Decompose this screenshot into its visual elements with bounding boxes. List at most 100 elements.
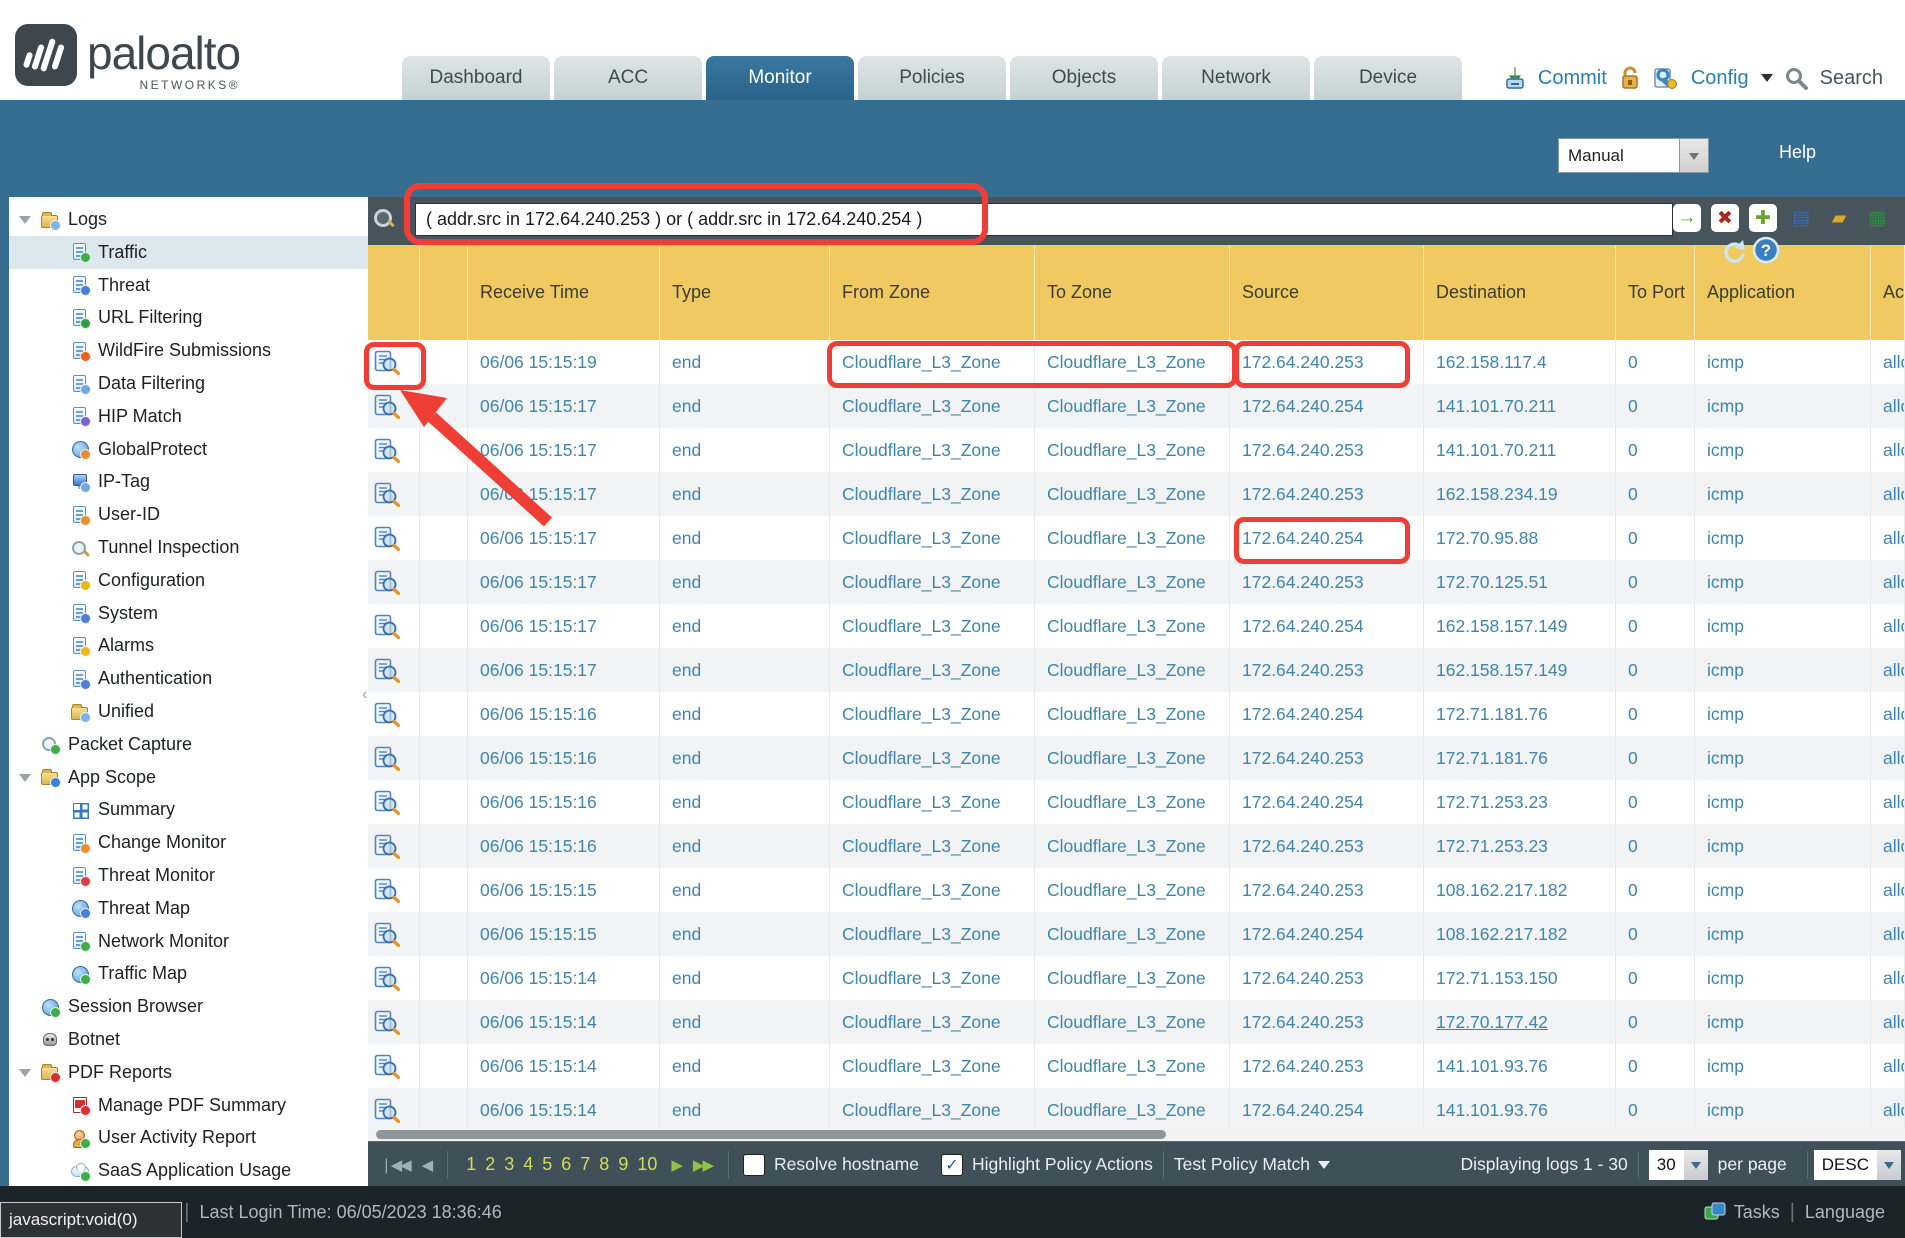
tab-dashboard[interactable]: Dashboard	[402, 56, 550, 100]
table-row[interactable]: 06/06 15:15:16endCloudflare_L3_ZoneCloud…	[368, 780, 1905, 824]
cell-to-zone[interactable]: Cloudflare_L3_Zone	[1035, 384, 1230, 428]
table-row[interactable]: 06/06 15:15:14endCloudflare_L3_ZoneCloud…	[368, 1000, 1905, 1044]
sidebar-item-pdf-reports[interactable]: PDF Reports	[9, 1056, 368, 1089]
column-header-type[interactable]: Type	[660, 245, 830, 340]
tasks-button[interactable]: Tasks	[1734, 1202, 1780, 1223]
cell-from-zone[interactable]: Cloudflare_L3_Zone	[830, 648, 1035, 692]
cell-to-zone[interactable]: Cloudflare_L3_Zone	[1035, 648, 1230, 692]
tab-objects[interactable]: Objects	[1010, 56, 1158, 100]
cell-destination[interactable]: 141.101.70.211	[1424, 384, 1616, 428]
column-header-to-zone[interactable]: To Zone	[1035, 245, 1230, 340]
cell-source[interactable]: 172.64.240.253	[1230, 1000, 1424, 1044]
sidebar-item-summary[interactable]: Summary	[9, 793, 368, 826]
tab-policies[interactable]: Policies	[858, 56, 1006, 100]
log-detail-icon[interactable]	[374, 746, 401, 771]
log-detail-icon[interactable]	[374, 350, 401, 375]
detail-icon-cell[interactable]	[368, 428, 420, 472]
detail-icon-cell[interactable]	[368, 560, 420, 604]
sidebar-item-url-filtering[interactable]: URL Filtering	[9, 301, 368, 334]
cell-source[interactable]: 172.64.240.253	[1230, 824, 1424, 868]
sidebar-collapse-handle[interactable]: ‹	[362, 680, 370, 710]
log-detail-icon[interactable]	[374, 922, 401, 947]
log-detail-icon[interactable]	[374, 570, 401, 595]
log-filter-input[interactable]	[415, 203, 1673, 236]
detail-icon-cell[interactable]	[368, 516, 420, 560]
sidebar-item-botnet[interactable]: Botnet	[9, 1023, 368, 1056]
cell-to-zone[interactable]: Cloudflare_L3_Zone	[1035, 1088, 1230, 1128]
table-row[interactable]: 06/06 15:15:17endCloudflare_L3_ZoneCloud…	[368, 516, 1905, 560]
sidebar-item-user-activity-report[interactable]: User Activity Report	[9, 1121, 368, 1154]
cell-destination[interactable]: 172.70.95.88	[1424, 516, 1616, 560]
cell-from-zone[interactable]: Cloudflare_L3_Zone	[830, 1000, 1035, 1044]
cell-source[interactable]: 172.64.240.254	[1230, 780, 1424, 824]
sidebar-item-saas-application-usage[interactable]: SaaS Application Usage	[9, 1154, 368, 1186]
test-policy-match-button[interactable]: Test Policy Match	[1174, 1154, 1310, 1175]
log-detail-icon[interactable]	[374, 1010, 401, 1035]
cell-source[interactable]: 172.64.240.253	[1230, 1044, 1424, 1088]
config-button[interactable]: Config	[1691, 67, 1749, 90]
cell-source[interactable]: 172.64.240.254	[1230, 692, 1424, 736]
cell-from-zone[interactable]: Cloudflare_L3_Zone	[830, 472, 1035, 516]
detail-icon-cell[interactable]	[368, 384, 420, 428]
log-detail-icon[interactable]	[374, 1098, 401, 1123]
table-row[interactable]: 06/06 15:15:16endCloudflare_L3_ZoneCloud…	[368, 692, 1905, 736]
detail-icon-cell[interactable]	[368, 472, 420, 516]
cell-to-zone[interactable]: Cloudflare_L3_Zone	[1035, 560, 1230, 604]
detail-icon-cell[interactable]	[368, 912, 420, 956]
detail-icon-cell[interactable]	[368, 1088, 420, 1128]
table-row[interactable]: 06/06 15:15:17endCloudflare_L3_ZoneCloud…	[368, 472, 1905, 516]
tab-acc[interactable]: ACC	[554, 56, 702, 100]
column-header-application[interactable]: Application	[1695, 245, 1871, 340]
cell-destination[interactable]: 162.158.157.149	[1424, 648, 1616, 692]
sidebar-item-authentication[interactable]: Authentication	[9, 662, 368, 695]
detail-icon-cell[interactable]	[368, 604, 420, 648]
log-detail-icon[interactable]	[374, 702, 401, 727]
cell-from-zone[interactable]: Cloudflare_L3_Zone	[830, 736, 1035, 780]
cell-destination[interactable]: 172.71.253.23	[1424, 824, 1616, 868]
cell-from-zone[interactable]: Cloudflare_L3_Zone	[830, 516, 1035, 560]
cell-destination[interactable]: 172.71.181.76	[1424, 736, 1616, 780]
detail-icon-cell[interactable]	[368, 780, 420, 824]
log-detail-icon[interactable]	[374, 526, 401, 551]
cell-to-zone[interactable]: Cloudflare_L3_Zone	[1035, 1000, 1230, 1044]
test-policy-caret[interactable]	[1318, 1161, 1330, 1175]
per-page-select-arrow[interactable]	[1684, 1150, 1708, 1180]
sidebar-item-data-filtering[interactable]: Data Filtering	[9, 367, 368, 400]
cell-to-zone[interactable]: Cloudflare_L3_Zone	[1035, 956, 1230, 1000]
page-number-1[interactable]: 1	[466, 1154, 476, 1175]
log-detail-icon[interactable]	[374, 614, 401, 639]
table-row[interactable]: 06/06 15:15:14endCloudflare_L3_ZoneCloud…	[368, 956, 1905, 1000]
detail-icon-cell[interactable]	[368, 1044, 420, 1088]
cell-source[interactable]: 172.64.240.253	[1230, 428, 1424, 472]
cell-destination[interactable]: 141.101.93.76	[1424, 1088, 1616, 1128]
cell-from-zone[interactable]: Cloudflare_L3_Zone	[830, 428, 1035, 472]
horizontal-scrollbar-thumb[interactable]	[376, 1130, 1166, 1139]
cell-destination[interactable]: 108.162.217.182	[1424, 912, 1616, 956]
table-row[interactable]: 06/06 15:15:15endCloudflare_L3_ZoneCloud…	[368, 912, 1905, 956]
sidebar-item-logs[interactable]: Logs	[9, 203, 368, 236]
sidebar-item-change-monitor[interactable]: Change Monitor	[9, 826, 368, 859]
cell-source[interactable]: 172.64.240.253	[1230, 472, 1424, 516]
cell-source[interactable]: 172.64.240.253	[1230, 868, 1424, 912]
sidebar-item-network-monitor[interactable]: Network Monitor	[9, 925, 368, 958]
cell-destination[interactable]: 108.162.217.182	[1424, 868, 1616, 912]
cell-destination[interactable]: 141.101.93.76	[1424, 1044, 1616, 1088]
cell-from-zone[interactable]: Cloudflare_L3_Zone	[830, 1044, 1035, 1088]
log-detail-icon[interactable]	[374, 790, 401, 815]
search-button[interactable]: Search	[1820, 67, 1883, 90]
cell-source[interactable]: 172.64.240.254	[1230, 912, 1424, 956]
tab-device[interactable]: Device	[1314, 56, 1462, 100]
commit-mode-select-arrow[interactable]	[1679, 138, 1709, 173]
horizontal-scrollbar[interactable]	[368, 1128, 1905, 1141]
table-row[interactable]: 06/06 15:15:17endCloudflare_L3_ZoneCloud…	[368, 604, 1905, 648]
log-detail-icon[interactable]	[374, 482, 401, 507]
cell-from-zone[interactable]: Cloudflare_L3_Zone	[830, 868, 1035, 912]
sidebar-item-threat[interactable]: Threat	[9, 269, 368, 302]
cell-to-zone[interactable]: Cloudflare_L3_Zone	[1035, 736, 1230, 780]
table-row[interactable]: 06/06 15:15:16endCloudflare_L3_ZoneCloud…	[368, 736, 1905, 780]
detail-icon-cell[interactable]	[368, 1000, 420, 1044]
sidebar-item-configuration[interactable]: Configuration	[9, 564, 368, 597]
table-row[interactable]: 06/06 15:15:15endCloudflare_L3_ZoneCloud…	[368, 868, 1905, 912]
log-detail-icon[interactable]	[374, 658, 401, 683]
table-row[interactable]: 06/06 15:15:17endCloudflare_L3_ZoneCloud…	[368, 560, 1905, 604]
